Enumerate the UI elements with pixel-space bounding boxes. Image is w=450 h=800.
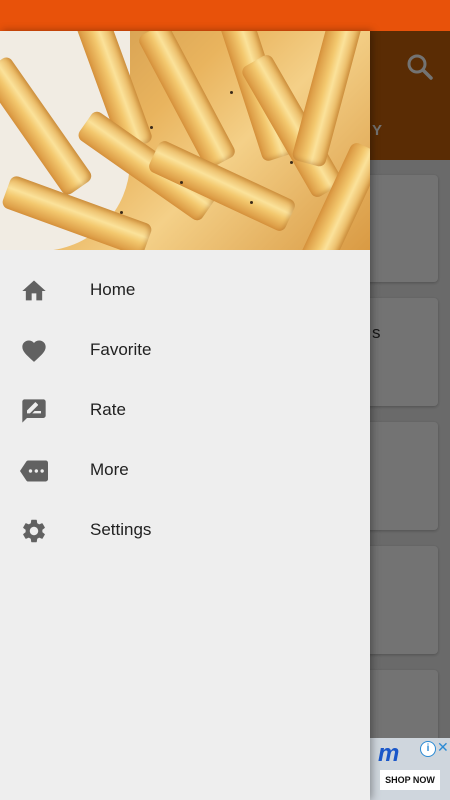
drawer-item-settings[interactable]: Settings (0, 501, 370, 561)
ad-info-icon[interactable]: i (420, 741, 436, 757)
drawer-item-more[interactable]: More (0, 441, 370, 501)
pepper-speck (250, 201, 253, 204)
pepper-speck (150, 126, 153, 129)
drawer-item-label: Home (90, 280, 136, 299)
status-bar (0, 0, 450, 31)
drawer-item-label: Settings (90, 520, 152, 539)
drawer-item-label: Favorite (90, 340, 152, 359)
ad-banner[interactable]: m i ✕ SHOP NOW (370, 738, 450, 800)
drawer-item-favorite[interactable]: Favorite (0, 321, 370, 381)
gear-icon (20, 517, 48, 545)
more-tag-icon (20, 457, 48, 485)
drawer-menu: Home Favorite Rate More Settings (0, 261, 370, 561)
drawer-item-rate[interactable]: Rate (0, 381, 370, 441)
navigation-drawer: Home Favorite Rate More Settings (0, 31, 370, 800)
drawer-item-home[interactable]: Home (0, 261, 370, 321)
heart-icon (20, 337, 48, 365)
drawer-item-label: More (90, 460, 129, 479)
drawer-header-image (0, 31, 370, 250)
rate-review-icon (20, 397, 48, 425)
ad-logo: m (378, 740, 400, 767)
pepper-speck (230, 91, 233, 94)
pepper-speck (120, 211, 123, 214)
pepper-speck (290, 161, 293, 164)
ad-shop-now-button[interactable]: SHOP NOW (380, 770, 440, 790)
home-icon (20, 277, 48, 305)
ad-close-icon[interactable]: ✕ (437, 739, 449, 756)
pepper-speck (180, 181, 183, 184)
drawer-item-label: Rate (90, 400, 126, 419)
